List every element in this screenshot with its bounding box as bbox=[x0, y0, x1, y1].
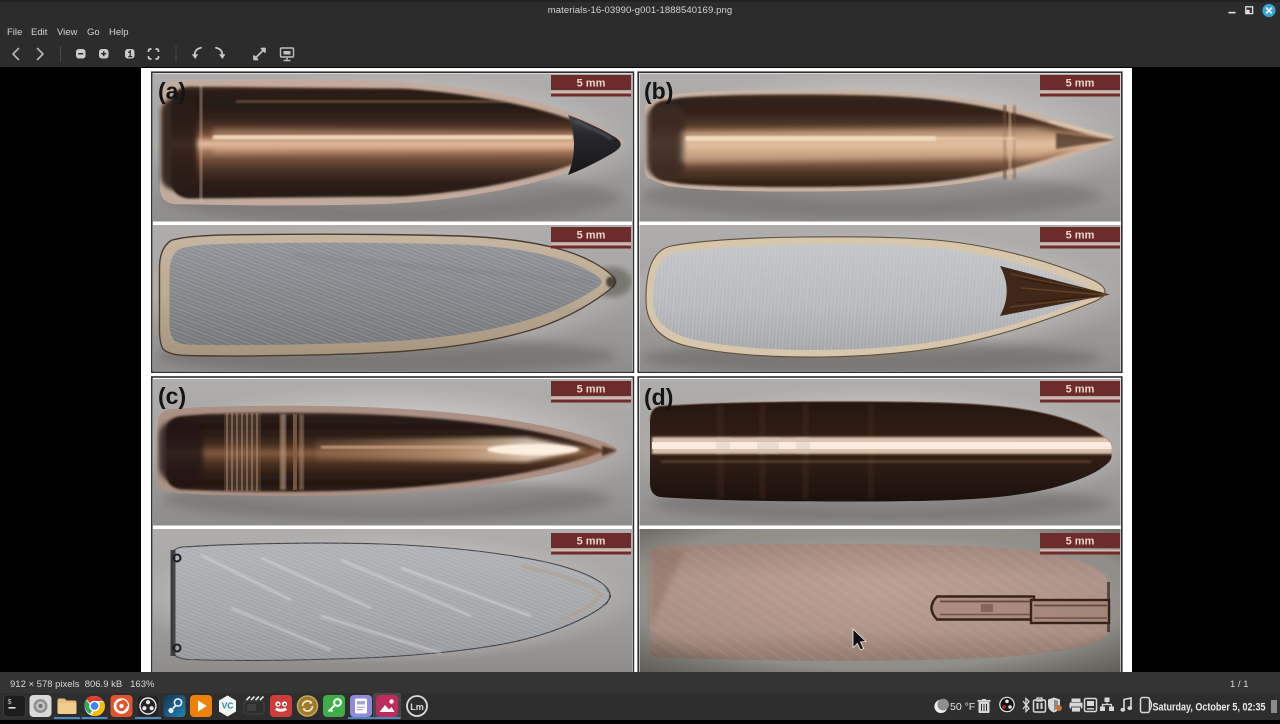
svg-text:(d): (d) bbox=[644, 384, 673, 410]
svg-text:(a): (a) bbox=[158, 78, 186, 104]
svg-text:VC: VC bbox=[222, 701, 234, 711]
svg-text:Saturday, October 5, 02:35: Saturday, October 5, 02:35 bbox=[1153, 702, 1266, 714]
svg-text:(c): (c) bbox=[158, 383, 186, 409]
svg-text:Lm: Lm bbox=[410, 702, 424, 712]
svg-text:50 °F: 50 °F bbox=[950, 701, 975, 713]
svg-text:$: $ bbox=[8, 699, 12, 707]
svg-text:(b): (b) bbox=[644, 78, 673, 104]
